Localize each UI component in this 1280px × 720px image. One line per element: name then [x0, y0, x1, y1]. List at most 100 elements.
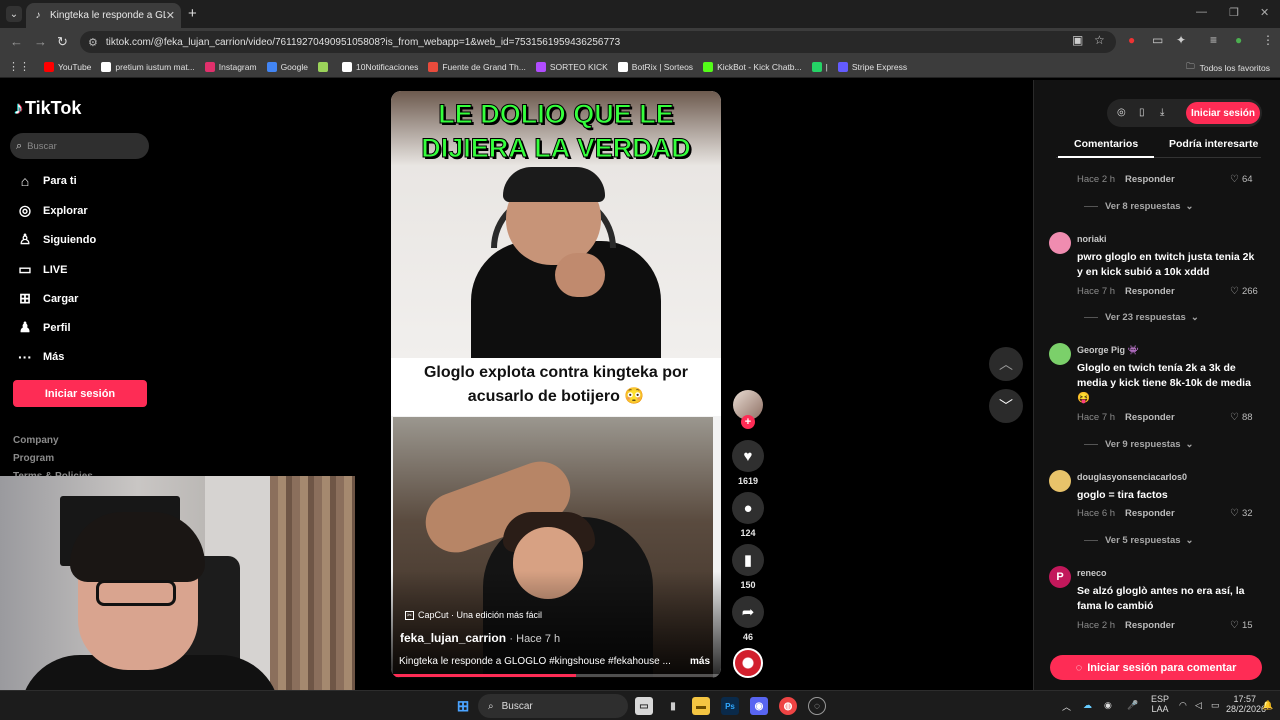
bookmark-item[interactable]: YouTube [44, 61, 91, 72]
browser-tab[interactable]: ♪ Kingteka le responde a GLOGLO ✕ [26, 3, 181, 28]
previous-video-button[interactable]: ︿ [989, 347, 1023, 381]
download-icon[interactable]: ⤓ [1160, 107, 1164, 118]
bookmark-item[interactable]: Google [266, 61, 308, 72]
bookmark-item[interactable]: pretium iustum mat... [101, 61, 195, 72]
video-progress-bar[interactable] [391, 674, 721, 677]
save-button[interactable]: ▮ [732, 544, 764, 576]
capcut-tag[interactable]: ✂ CapCut · Una edición más fácil [405, 610, 542, 620]
like-button[interactable]: ♥ [732, 440, 764, 472]
device-icon[interactable]: ▯ [1139, 107, 1145, 118]
view-replies[interactable]: Ver 5 respuestas ⌄ [1084, 535, 1194, 546]
follow-plus-icon[interactable]: + [741, 415, 755, 429]
comment-user[interactable]: reneco [1077, 568, 1107, 578]
sidebar-item-live[interactable]: ▭ LIVE [16, 261, 67, 278]
bookmark-star-icon[interactable]: ☆ [1094, 33, 1105, 47]
maximize-icon[interactable]: ❐ [1229, 6, 1239, 19]
tab-podria-interesarte[interactable]: Podría interesarte [1169, 138, 1258, 150]
comment-user[interactable]: douglasyonsenciacarlos0 [1077, 472, 1187, 482]
search-input[interactable]: ⌕ Buscar [10, 133, 149, 159]
coins-icon[interactable]: ◎ [1117, 107, 1126, 118]
reply-link[interactable]: Responder [1125, 286, 1175, 297]
clock[interactable]: 17:57 28/2/2026 [1226, 694, 1266, 714]
reply-link[interactable]: Responder [1125, 412, 1175, 423]
reply-link[interactable]: Responder [1125, 620, 1175, 631]
discord-icon[interactable]: ◉ [750, 697, 768, 715]
chrome-icon[interactable]: ◍ [779, 697, 797, 715]
next-video-button[interactable]: ﹀ [989, 389, 1023, 423]
bookmark-item[interactable]: KickBot - Kick Chatb... [703, 61, 802, 72]
comment-like[interactable]: ♡ 64 [1230, 174, 1253, 185]
network-icon[interactable]: ◉ [1104, 700, 1112, 711]
comment-like[interactable]: ♡ 32 [1230, 508, 1253, 519]
bookmark-item[interactable]: 10Notificaciones [341, 61, 418, 72]
tab-comentarios[interactable]: Comentarios [1057, 138, 1155, 158]
bookmark-item[interactable]: Fuente de Grand Th... [428, 61, 526, 72]
sidebar-item-perfil[interactable]: ♟ Perfil [16, 319, 71, 336]
share-button[interactable]: ➦ [732, 596, 764, 628]
view-replies[interactable]: Ver 9 respuestas ⌄ [1084, 439, 1194, 450]
top-login-button[interactable]: Iniciar sesión [1186, 102, 1260, 124]
sidebar-item-siguiendo[interactable]: ♙ Siguiendo [16, 231, 96, 248]
close-tab-icon[interactable]: ✕ [166, 9, 175, 22]
comment-avatar[interactable]: P [1049, 566, 1071, 588]
comment-avatar[interactable] [1049, 343, 1071, 365]
windows-start-icon[interactable]: ⊞ [454, 697, 472, 715]
bookmark-item[interactable]: Instagram [204, 61, 257, 72]
battery-icon[interactable]: ▭ [1211, 700, 1220, 711]
footer-link-company[interactable]: Company [13, 435, 59, 446]
view-replies[interactable]: Ver 23 respuestas ⌄ [1084, 312, 1199, 323]
sidebar-item-explorar[interactable]: ◎ Explorar [16, 202, 88, 219]
music-disc-icon[interactable] [733, 648, 763, 678]
caption-more-link[interactable]: más [690, 656, 710, 667]
site-info-icon[interactable]: ⚙ [88, 36, 98, 49]
app-record-icon[interactable]: ◌ [808, 697, 826, 715]
back-icon[interactable]: ← [10, 34, 23, 49]
sidebar-item-para-ti[interactable]: ⌂ Para ti [16, 173, 77, 189]
extensions-puzzle-icon[interactable]: ✦ [1176, 33, 1186, 47]
browser-menu-icon[interactable]: ⋮ [1262, 33, 1274, 47]
file-explorer-icon[interactable]: ▬ [692, 697, 710, 715]
video-player[interactable]: LE DOLIO QUE LE DIJIERA LA VERDAD Gloglo… [391, 91, 721, 678]
close-window-icon[interactable]: ✕ [1260, 6, 1269, 19]
tray-chevron-icon[interactable]: ︿ [1062, 700, 1071, 713]
comment-like[interactable]: ♡ 266 [1230, 286, 1258, 297]
reload-icon[interactable]: ↻ [57, 34, 68, 50]
new-tab-icon[interactable]: + [188, 5, 197, 22]
forward-icon[interactable]: → [34, 34, 47, 49]
comment-user[interactable]: noriaki [1077, 234, 1107, 244]
comment-like[interactable]: ♡ 15 [1230, 620, 1253, 631]
login-to-comment-button[interactable]: ◌ Iniciar sesión para comentar [1050, 655, 1262, 680]
cast-icon[interactable]: ▣ [1072, 33, 1083, 47]
tab-search-icon[interactable]: ⌄ [6, 6, 22, 22]
comment-button[interactable]: ● [732, 492, 764, 524]
bookmark-item[interactable]: SORTEO KICK [535, 61, 608, 72]
bookmark-item[interactable]: | [811, 61, 828, 72]
wifi-icon[interactable]: ◠ [1179, 700, 1187, 711]
bookmark-item[interactable]: BotRix | Sorteos [617, 61, 693, 72]
comment-avatar[interactable] [1049, 232, 1071, 254]
comment-user[interactable]: George Pig 👾 [1077, 345, 1139, 356]
volume-icon[interactable]: ◁ [1195, 700, 1202, 711]
app-icon[interactable]: ▮ [664, 697, 682, 715]
comment-avatar[interactable] [1049, 470, 1071, 492]
microphone-icon[interactable]: 🎤 [1127, 700, 1138, 711]
onedrive-icon[interactable]: ☁ [1083, 700, 1092, 711]
language-indicator[interactable]: ESP LAA [1151, 694, 1169, 714]
sidebar-item-cargar[interactable]: ⊞ Cargar [16, 290, 78, 307]
taskbar-search[interactable]: ⌕ Buscar [478, 694, 628, 718]
task-view-icon[interactable]: ▭ [635, 697, 653, 715]
view-replies[interactable]: Ver 8 respuestas ⌄ [1084, 201, 1194, 212]
media-control-icon[interactable]: ≡ [1210, 33, 1217, 47]
photoshop-icon[interactable]: Ps [721, 697, 739, 715]
extension-icon[interactable]: ▭ [1152, 33, 1163, 47]
sidebar-login-button[interactable]: Iniciar sesión [13, 380, 147, 407]
profile-avatar-icon[interactable]: ● [1235, 33, 1242, 47]
bookmark-item[interactable] [317, 61, 332, 72]
extension-record-icon[interactable]: ● [1128, 33, 1135, 47]
bookmark-item[interactable]: Stripe Express [837, 61, 907, 72]
address-bar[interactable]: ⚙ tiktok.com/@feka_lujan_carrion/video/7… [80, 31, 1116, 53]
tiktok-logo[interactable]: ♪ TikTok [14, 98, 81, 119]
notification-bell-icon[interactable]: 🔔 [1262, 700, 1273, 711]
footer-link-program[interactable]: Program [13, 453, 54, 464]
reply-link[interactable]: Responder [1125, 508, 1175, 519]
